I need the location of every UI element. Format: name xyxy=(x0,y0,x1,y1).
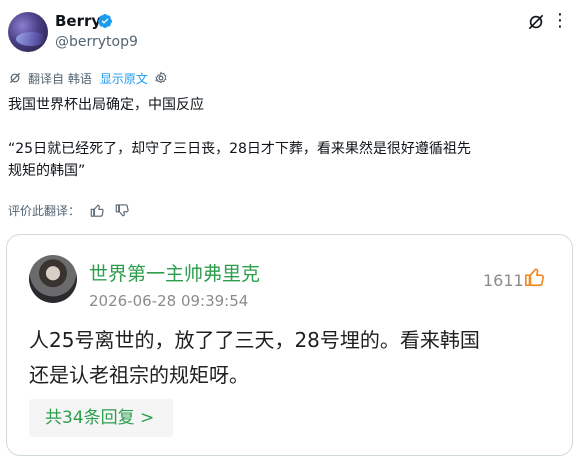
tweet-line: “25日就已经死了，却守了三日丧，28日才下葬，看来果然是很好遵循祖先 xyxy=(8,141,471,157)
replies-button: 共34条回复 > xyxy=(29,399,173,437)
grok-icon[interactable] xyxy=(526,12,546,32)
rate-label: 评价此翻译： xyxy=(8,204,81,218)
comment-line: 还是认老祖宗的规矩呀。 xyxy=(29,363,249,387)
author-name[interactable]: Berry xyxy=(55,12,101,30)
translation-bar: 翻译自 韩语 显示原文 xyxy=(8,70,168,86)
comment-line: 人25号离世的，放了了三天，28号埋的。看来韩国 xyxy=(29,328,480,352)
verified-badge-icon xyxy=(97,14,112,28)
show-original-link[interactable]: 显示原文 xyxy=(100,70,148,87)
comment-author: 世界第一主帅弗里克 xyxy=(89,263,261,285)
more-icon[interactable]: ⋮ xyxy=(551,12,570,30)
translation-label: 翻译自 韩语 xyxy=(28,71,92,86)
thumbs-up-icon[interactable] xyxy=(90,203,105,218)
embedded-image-card[interactable]: 世界第一主帅弗里克 2026-06-28 09:39:54 1611 人25号离… xyxy=(6,234,573,456)
comment-avatar xyxy=(29,255,77,303)
comment-body: 人25号离世的，放了了三天，28号埋的。看来韩国 还是认老祖宗的规矩呀。 xyxy=(29,323,549,393)
tweet-line: 规矩的韩国” xyxy=(8,163,86,179)
thumbs-down-icon[interactable] xyxy=(115,203,130,218)
tweet-line: 我国世界杯出局确定，中国反应 xyxy=(8,97,204,113)
tweet-text: 我国世界杯出局确定，中国反应 “25日就已经死了，却守了三日丧，28日才下葬，看… xyxy=(8,94,568,182)
author-handle[interactable]: @berrytop9 xyxy=(55,34,138,50)
like-count: 1611 xyxy=(483,271,524,290)
rate-translation: 评价此翻译： xyxy=(8,202,130,219)
settings-icon[interactable] xyxy=(154,71,168,85)
like-icon xyxy=(525,268,545,287)
comment-date: 2026-06-28 09:39:54 xyxy=(89,292,249,310)
author-avatar[interactable] xyxy=(8,12,48,52)
translate-icon xyxy=(9,72,21,84)
